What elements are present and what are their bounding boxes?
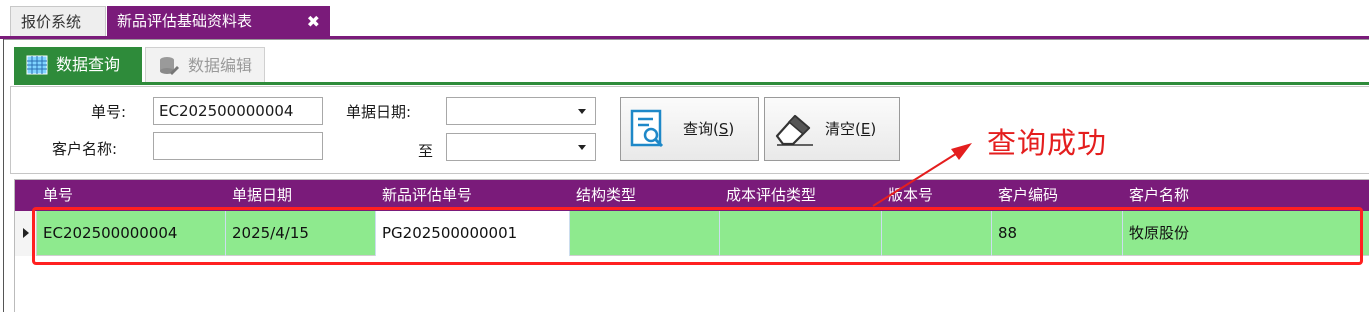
grid-icon — [26, 55, 48, 75]
grid-header: 单号 单据日期 新品评估单号 结构类型 成本评估类型 版本号 客户编码 客户名称 — [15, 180, 1369, 211]
query-button[interactable]: 查询(S) — [620, 97, 759, 161]
eraser-icon — [775, 114, 813, 146]
date-to-label: 至 — [418, 142, 434, 160]
tab-quotation-system[interactable]: 报价系统 — [10, 6, 106, 37]
table-cell[interactable] — [570, 211, 720, 256]
table-cell[interactable]: 88 — [992, 211, 1123, 256]
tab-label: 数据编辑 — [188, 56, 253, 75]
customer-name-input[interactable] — [153, 132, 323, 160]
table-cell[interactable] — [720, 211, 882, 256]
clear-button-label: 清空(E) — [825, 120, 877, 138]
search-document-icon — [630, 109, 664, 148]
dropdown-arrow-icon[interactable] — [578, 109, 586, 114]
frame-border-left — [3, 39, 4, 312]
table-cell[interactable]: 牧原股份 — [1123, 211, 1369, 256]
current-row-icon — [23, 228, 29, 238]
table-row[interactable]: EC202500000004 2025/4/15 PG202500000001 … — [15, 211, 1369, 256]
column-header[interactable]: 客户名称 — [1123, 180, 1369, 211]
row-indicator[interactable] — [15, 211, 37, 256]
column-header[interactable]: 客户编码 — [992, 180, 1123, 211]
tab-new-product-evaluation[interactable]: 新品评估基础资料表 ✖ — [107, 6, 330, 37]
clear-button[interactable]: 清空(E) — [764, 97, 900, 161]
annotation-text: 查询成功 — [987, 126, 1108, 160]
column-header[interactable]: 新品评估单号 — [376, 180, 570, 211]
column-header[interactable]: 单据日期 — [226, 180, 376, 211]
database-icon — [160, 57, 179, 75]
order-no-input[interactable]: EC202500000004 — [153, 97, 323, 125]
dropdown-arrow-icon[interactable] — [578, 145, 586, 150]
table-cell[interactable]: PG202500000001 — [376, 211, 570, 256]
table-cell[interactable]: EC202500000004 — [37, 211, 226, 256]
customer-name-label: 客户名称: — [52, 140, 118, 158]
tab-data-edit[interactable]: 数据编辑 — [145, 47, 265, 83]
order-no-label: 单号: — [91, 103, 127, 121]
close-icon[interactable]: ✖ — [307, 6, 320, 37]
document-tab-bar: 报价系统 新品评估基础资料表 ✖ — [0, 0, 1369, 37]
column-header[interactable]: 成本评估类型 — [720, 180, 882, 211]
date-from-select[interactable] — [446, 97, 596, 125]
tab-label: 新品评估基础资料表 — [117, 12, 253, 30]
table-cell[interactable] — [882, 211, 992, 256]
document-date-label: 单据日期: — [346, 103, 412, 121]
sub-tab-underline — [14, 82, 1369, 85]
column-header[interactable]: 单号 — [37, 180, 226, 211]
tab-label: 数据查询 — [56, 55, 121, 74]
result-grid: 单号 单据日期 新品评估单号 结构类型 成本评估类型 版本号 客户编码 客户名称… — [14, 179, 1369, 312]
column-header[interactable]: 版本号 — [882, 180, 992, 211]
row-indicator-header — [15, 180, 37, 211]
date-to-select[interactable] — [446, 133, 596, 161]
tab-data-query[interactable]: 数据查询 — [14, 47, 142, 83]
frame-border-top — [3, 39, 1369, 40]
table-cell[interactable]: 2025/4/15 — [226, 211, 376, 256]
column-header[interactable]: 结构类型 — [570, 180, 720, 211]
query-button-label: 查询(S) — [683, 120, 735, 138]
